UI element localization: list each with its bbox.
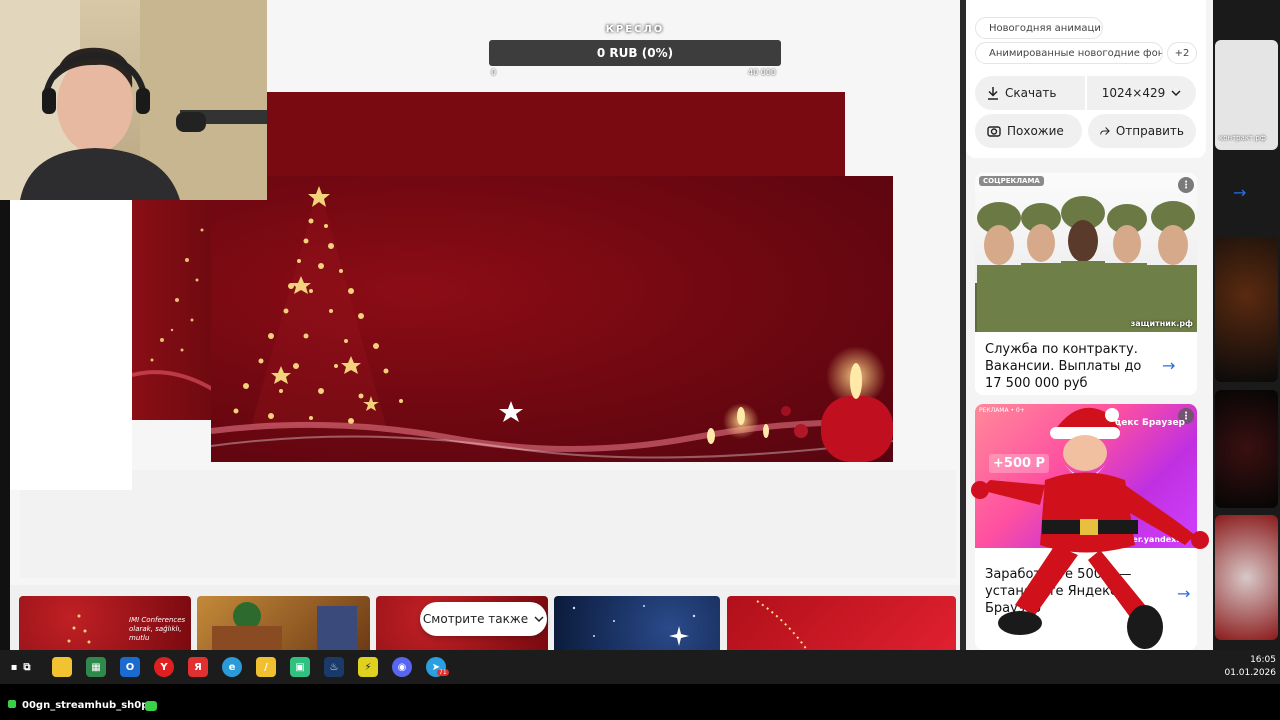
tag-label: Анимированные новогодние фон... — [989, 47, 1163, 59]
donation-progress-text: 0 RUB (0%) — [596, 46, 674, 60]
steam-icon[interactable]: ♨ — [324, 657, 344, 677]
more-options-icon[interactable]: ⋮ — [1178, 177, 1194, 193]
share-label: Отправить — [1115, 124, 1184, 138]
side-thumb[interactable] — [1215, 237, 1278, 382]
app-icon[interactable]: ▣ — [290, 657, 310, 677]
app-icon[interactable]: / — [256, 657, 276, 677]
donation-goal-title: КРЕСЛО — [605, 24, 665, 35]
image-back-layer — [266, 92, 845, 182]
edge-icon[interactable]: e — [222, 657, 242, 677]
clock-date: 01.01.2026 — [1224, 668, 1276, 678]
store-icon[interactable]: ▦ — [86, 657, 106, 677]
stream-status-icon — [8, 700, 16, 708]
download-icon — [988, 87, 998, 100]
donation-max: 40 000 — [748, 68, 776, 77]
outlook-icon[interactable]: O — [120, 657, 140, 677]
app-icon[interactable]: ⚡ — [358, 657, 378, 677]
christmas-tree-icon — [233, 186, 403, 426]
size-select[interactable]: 1024×429 — [1087, 76, 1196, 110]
side-thumb[interactable]: контракт.рф — [1215, 40, 1278, 150]
far-right-column: контракт.рф → — [1213, 0, 1280, 650]
download-button[interactable]: Скачать — [975, 76, 1085, 110]
left-edge — [0, 200, 10, 650]
download-label: Скачать — [1005, 86, 1057, 100]
image-info-card: Новогодняя анимация Анимированные нового… — [966, 0, 1206, 158]
ad-site: защитник.рф — [1130, 319, 1193, 328]
screen: КРЕСЛО 0 RUB (0%) 0 40 000 IMI Conferenc… — [0, 0, 1280, 650]
telegram-badge: 71 — [437, 669, 449, 676]
similar-label: Похожие — [1007, 124, 1064, 138]
camera-search-icon — [987, 126, 1001, 137]
more-tags-label: +2 — [1174, 47, 1190, 59]
side-thumb[interactable] — [1215, 390, 1278, 508]
related-thumb[interactable]: IMI Conferences olarak, sağlıklı, mutlu — [19, 596, 191, 650]
ad-card[interactable]: СОЦРЕКЛАМА ⋮ защитник.рф Служба по контр… — [975, 173, 1197, 395]
soldiers-illustration — [975, 196, 1197, 332]
file-explorer-icon[interactable] — [52, 657, 72, 677]
arrow-right-icon[interactable]: → — [1162, 356, 1175, 375]
christmas-image[interactable] — [211, 176, 893, 462]
yandex-icon[interactable]: Я — [188, 657, 208, 677]
related-thumb[interactable] — [197, 596, 370, 650]
santa-overlay-icon — [971, 407, 1209, 649]
stream-overlay-strip — [0, 684, 1280, 720]
viewer-bottom-area — [20, 470, 956, 578]
webcam-overlay — [0, 0, 267, 200]
chevron-down-icon — [1171, 90, 1181, 97]
clock-time: 16:05 — [1250, 655, 1276, 665]
share-arrow-icon — [1100, 127, 1110, 135]
system-clock[interactable]: 16:05 01.01.2026 — [1224, 654, 1276, 680]
similar-button[interactable]: Похожие — [975, 114, 1082, 148]
tag-label: Новогодняя анимация — [989, 22, 1103, 34]
stream-bot-icon — [145, 701, 157, 711]
donation-min: 0 — [491, 68, 497, 77]
chevron-down-icon — [534, 616, 544, 623]
white-patch — [10, 200, 132, 490]
side-thumb-text: контракт.рф — [1219, 134, 1266, 142]
candles-icon — [707, 346, 893, 462]
see-also-button[interactable]: Смотрите также — [420, 602, 547, 636]
arrow-right-icon[interactable]: → — [1233, 183, 1246, 202]
more-tags-chip[interactable]: +2 — [1167, 42, 1197, 64]
ad-title[interactable]: Служба по контракту. Вакансии. Выплаты д… — [985, 341, 1145, 392]
ad-image: СОЦРЕКЛАМА ⋮ защитник.рф — [975, 173, 1197, 332]
tag-chip[interactable]: Анимированные новогодние фон... — [975, 42, 1163, 64]
task-view-icon[interactable]: ⧉ — [17, 657, 37, 677]
discord-icon[interactable]: ◉ — [392, 657, 412, 677]
tag-chip[interactable]: Новогодняя анимация — [975, 17, 1103, 39]
yandex-browser-icon[interactable]: Y — [154, 657, 174, 677]
share-button[interactable]: Отправить — [1088, 114, 1196, 148]
ad-badge: СОЦРЕКЛАМА — [979, 176, 1044, 186]
donation-progress-bar: 0 RUB (0%) — [489, 40, 781, 66]
related-thumb[interactable] — [727, 596, 956, 650]
stream-name: 00gn_streamhub_sh0p — [22, 700, 149, 711]
see-also-label: Смотрите также — [422, 612, 529, 626]
image-mid-layer — [132, 200, 214, 420]
related-thumb[interactable] — [554, 596, 720, 650]
side-thumb[interactable] — [1215, 515, 1278, 640]
size-label: 1024×429 — [1101, 86, 1166, 100]
